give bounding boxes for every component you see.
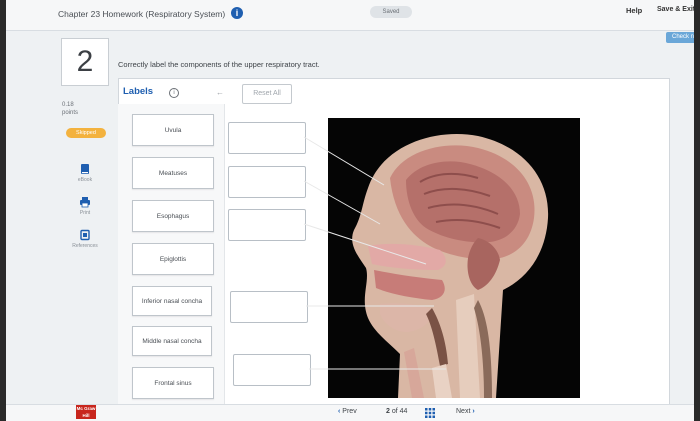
prev-button[interactable]: ‹ Prev: [338, 408, 357, 415]
publisher-logo: Mc Graw Hill: [76, 405, 96, 419]
next-label: Next: [456, 408, 471, 415]
page-indicator[interactable]: 2 of 44: [386, 408, 407, 415]
leader-lines: [303, 136, 446, 370]
chevron-left-icon: ‹: [338, 408, 341, 415]
page-total: 44: [399, 408, 408, 415]
chevron-right-icon: ›: [472, 408, 475, 415]
grid-icon[interactable]: [425, 408, 435, 418]
page-current: 2: [386, 408, 390, 415]
prev-label: Prev: [342, 408, 357, 415]
screen-edge: [694, 0, 700, 421]
next-button[interactable]: Next ›: [456, 408, 475, 415]
app-window: Chapter 23 Homework (Respiratory System)…: [6, 0, 700, 421]
page-of: of: [391, 408, 398, 415]
